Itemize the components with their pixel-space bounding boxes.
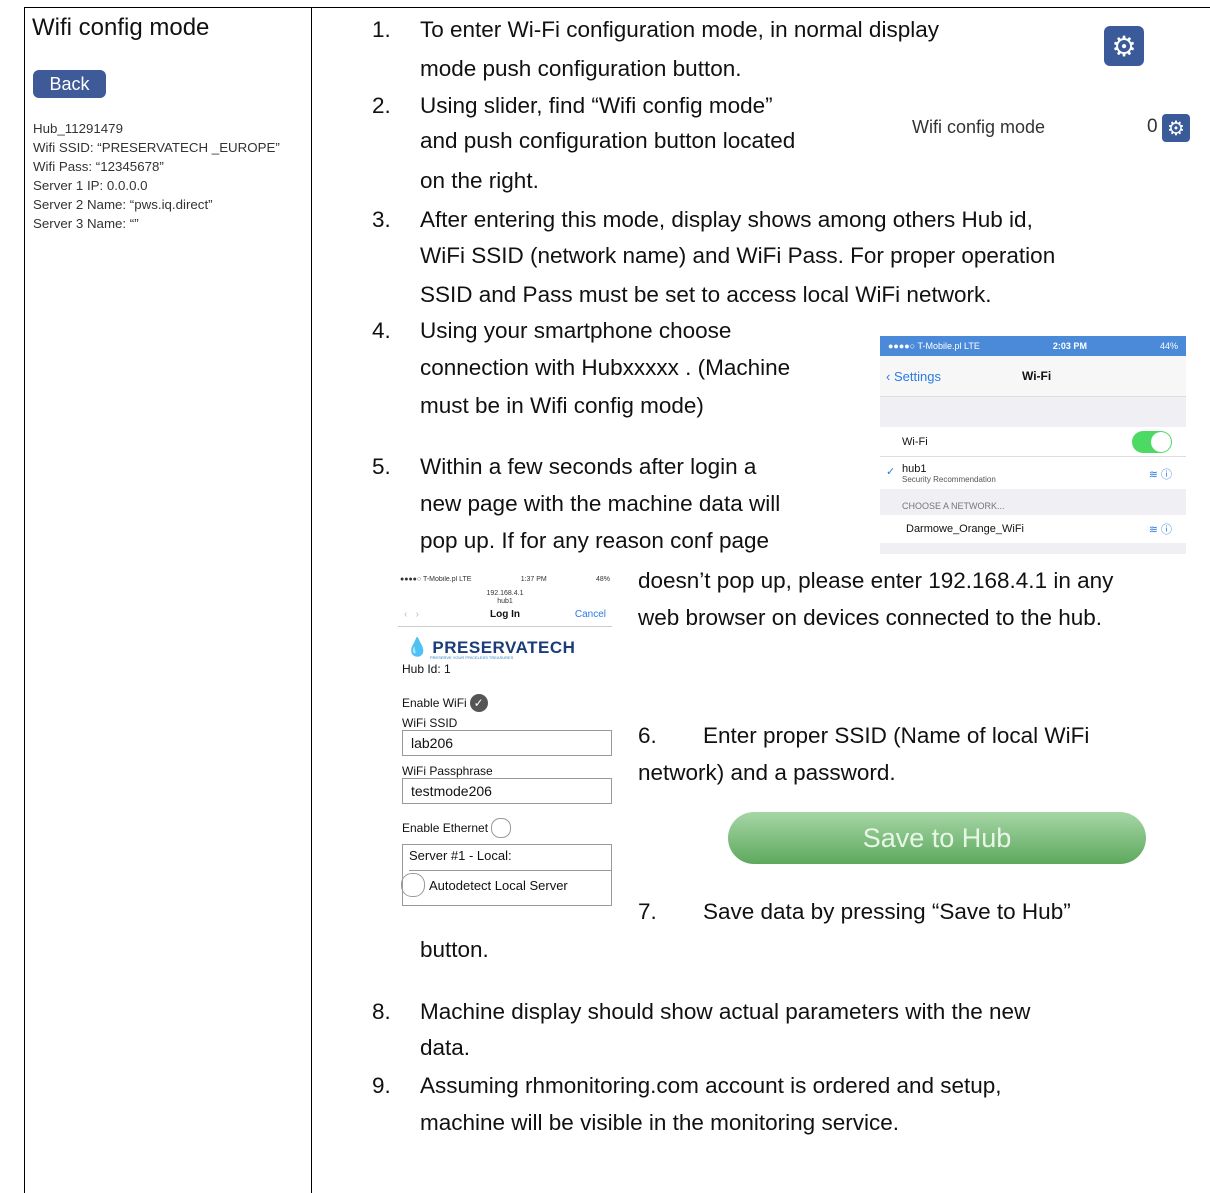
- drop-icon: 💧: [406, 637, 429, 657]
- step-text: WiFi SSID (network name) and WiFi Pass. …: [420, 243, 1056, 268]
- hub-id: Hub_11291479: [33, 121, 123, 136]
- step-text: network) and a password.: [638, 760, 896, 785]
- other-network-name: Darmowe_Orange_WiFi: [906, 523, 1024, 535]
- autodetect-row: Autodetect Local Server: [401, 873, 568, 897]
- step-number: 2.: [372, 93, 391, 118]
- status-bar: ●●●●○ T-Mobile.pl LTE 1:37 PM 48%: [400, 576, 610, 583]
- step-text: machine will be visible in the monitorin…: [420, 1110, 899, 1135]
- step-text: button.: [420, 937, 489, 962]
- step-text: Using slider, find “Wifi config mode”: [420, 93, 773, 118]
- other-network-row[interactable]: Darmowe_Orange_WiFi ≋ ⓘ: [880, 515, 1186, 543]
- step-number: 9.: [372, 1073, 391, 1098]
- section-title: Wifi config mode: [32, 14, 210, 41]
- status-bar: ●●●●○ T-Mobile.pl LTE 2:03 PM 44%: [880, 336, 1186, 356]
- enable-ethernet-row: Enable Ethernet: [402, 818, 612, 838]
- battery: 44%: [1159, 341, 1178, 351]
- back-link[interactable]: ‹ Settings: [886, 369, 941, 384]
- step-text: After entering this mode, display shows …: [420, 207, 1033, 232]
- back-button[interactable]: Back: [33, 70, 106, 98]
- time: 2:03 PM: [1052, 341, 1087, 351]
- server-2: Server 2 Name: “pws.iq.direct”: [33, 197, 213, 212]
- step-text: on the right.: [420, 168, 539, 193]
- carrier: ●●●●○ T-Mobile.pl LTE: [888, 341, 980, 351]
- cancel-link[interactable]: Cancel: [575, 609, 606, 620]
- wifi-toggle-row: Wi-Fi: [880, 427, 1186, 457]
- enable-wifi-row: Enable WiFi ✓: [402, 694, 612, 712]
- nav-title: Wi-Fi: [1022, 369, 1052, 383]
- info-icon[interactable]: ≋ ⓘ: [1149, 466, 1172, 482]
- network-row[interactable]: ✓ hub1 Security Recommendation ≋ ⓘ: [880, 457, 1186, 489]
- pass-input[interactable]: testmode206: [402, 778, 612, 804]
- hub-id: Hub Id: 1: [402, 662, 451, 676]
- gear-icon: ⚙: [1104, 26, 1144, 66]
- step-text: and push configuration button located: [420, 128, 796, 153]
- wifi-pass: Wifi Pass: “12345678”: [33, 159, 164, 174]
- step-number: 3.: [372, 207, 391, 232]
- step-text: must be in Wifi config mode): [420, 393, 704, 418]
- config-row-label: Wifi config mode: [912, 117, 1046, 137]
- login-screenshot: ●●●●○ T-Mobile.pl LTE 1:37 PM 48% 192.16…: [398, 576, 612, 910]
- server-box: Server #1 - Local: Autodetect Local Serv…: [401, 844, 612, 906]
- network-name: hub1: [902, 462, 927, 475]
- step-text: web browser on devices connected to the …: [638, 605, 1103, 630]
- step-text: Using your smartphone choose: [420, 318, 732, 343]
- step-text: Machine display should show actual param…: [420, 999, 1031, 1024]
- radio-empty-icon[interactable]: [401, 873, 425, 897]
- chevron-left-icon: ‹: [886, 368, 891, 384]
- ssid-input[interactable]: lab206: [402, 730, 612, 756]
- check-icon: ✓: [886, 466, 896, 478]
- config-row-value: 0: [1147, 116, 1158, 137]
- step-text: pop up. If for any reason conf page: [420, 528, 769, 553]
- wifi-settings-screenshot: ●●●●○ T-Mobile.pl LTE 2:03 PM 44% ‹ Sett…: [880, 336, 1186, 554]
- server-3: Server 3 Name: “”: [33, 216, 139, 231]
- step-number: 1.: [372, 17, 391, 42]
- toggle-knob: [1151, 431, 1171, 452]
- hub-info: Hub_11291479 Wifi SSID: “PRESERVATECH _E…: [33, 119, 280, 233]
- step-number: 6.: [638, 723, 657, 748]
- check-icon[interactable]: ✓: [469, 694, 488, 712]
- pass-label: WiFi Passphrase: [402, 764, 493, 778]
- step-number: 8.: [372, 999, 391, 1024]
- radio-empty-icon[interactable]: [491, 818, 512, 838]
- wifi-toggle[interactable]: [1132, 430, 1172, 453]
- step-text: To enter Wi-Fi configuration mode, in no…: [420, 17, 939, 42]
- ssid-label: WiFi SSID: [402, 716, 458, 730]
- step-number: 4.: [372, 318, 391, 343]
- step-text: Within a few seconds after login a: [420, 454, 757, 479]
- column-divider: [311, 7, 312, 1193]
- step-text: Enter proper SSID (Name of local WiFi: [703, 723, 1090, 748]
- step-number: 5.: [372, 454, 391, 479]
- step-number: 7.: [638, 899, 657, 924]
- step-text: new page with the machine data will: [420, 491, 781, 516]
- gear-icon: ⚙: [1162, 114, 1190, 142]
- wifi-ssid: Wifi SSID: “PRESERVATECH _EUROPE”: [33, 140, 280, 155]
- network-sub: Security Recommendation: [902, 474, 996, 484]
- save-to-hub-button[interactable]: Save to Hub: [728, 812, 1146, 864]
- step-text: Assuming rhmonitoring.com account is ord…: [420, 1073, 1002, 1098]
- step-text: SSID and Pass must be set to access loca…: [420, 282, 992, 307]
- step-text: doesn’t pop up, please enter 192.168.4.1…: [638, 568, 1114, 593]
- url-bar: 192.168.4.1 hub1: [486, 590, 524, 605]
- step-text: data.: [420, 1035, 471, 1060]
- server-1: Server 1 IP: 0.0.0.0: [33, 178, 148, 193]
- wifi-label: Wi-Fi: [902, 435, 928, 448]
- info-icon[interactable]: ≋ ⓘ: [1149, 521, 1172, 537]
- nav-arrows-icon: ‹ ›: [404, 609, 419, 620]
- step-text: Save data by pressing “Save to Hub”: [703, 899, 1071, 924]
- step-text: connection with Hubxxxxx . (Machine: [420, 355, 791, 380]
- nav-bar: ‹ Settings Wi-Fi: [880, 356, 1186, 397]
- step-text: mode push configuration button.: [420, 56, 742, 81]
- login-nav: ‹ › Log In Cancel: [398, 606, 612, 627]
- choose-network-label: CHOOSE A NETWORK...: [902, 501, 1005, 511]
